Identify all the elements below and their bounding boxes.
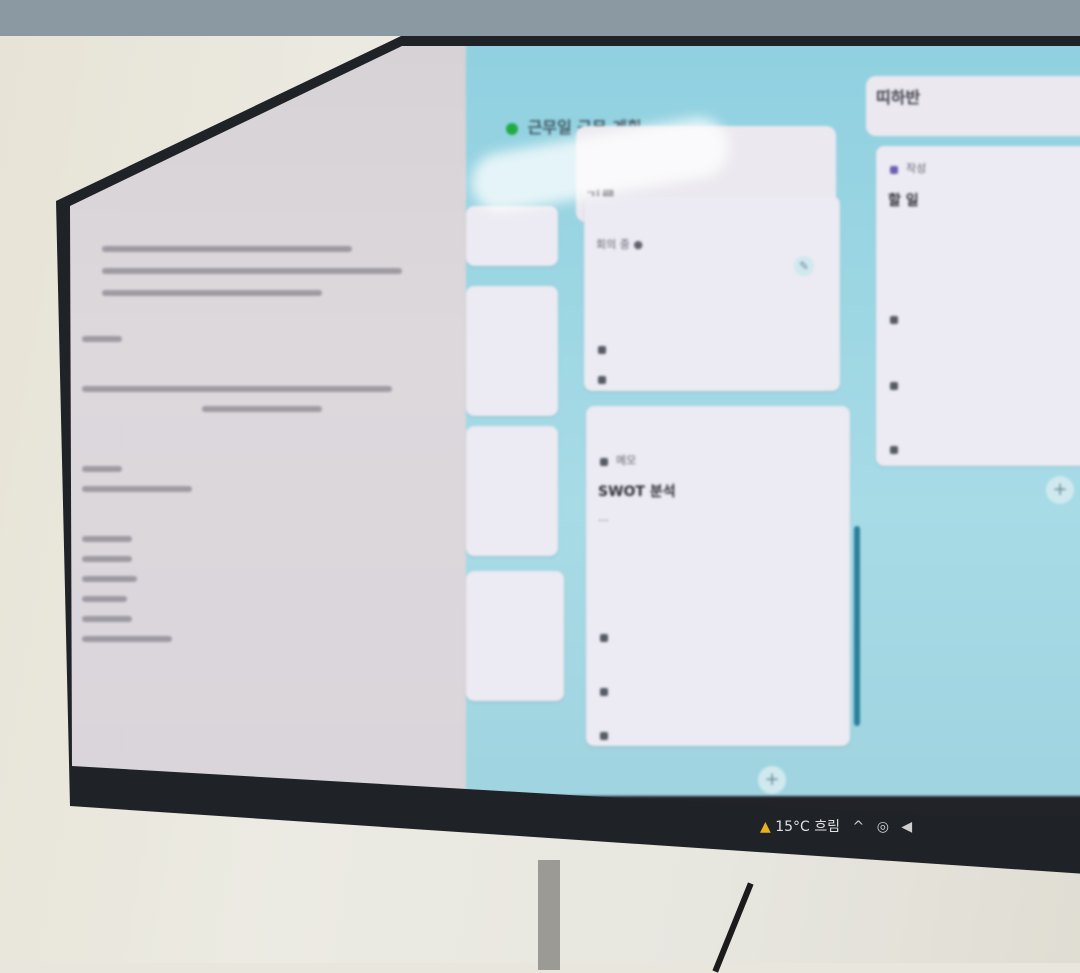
system-tray: ▲ 15°C 흐림 ^ ◎ ◀	[760, 816, 912, 836]
doc-text-line	[82, 556, 132, 562]
weather-icon: ▲	[760, 819, 771, 835]
partial-card[interactable]	[466, 426, 558, 556]
partial-card[interactable]	[466, 286, 558, 416]
add-card-button[interactable]: +	[758, 766, 786, 794]
doc-text-line	[82, 466, 122, 472]
doc-text-line	[82, 636, 172, 642]
kanban-card[interactable]: 회의 중 ● ✎	[584, 196, 840, 391]
calendar-icon	[890, 316, 898, 324]
kanban-card[interactable]: 메모 SWOT 분석 ...	[586, 406, 850, 746]
calendar-icon	[598, 346, 606, 354]
column-title: 띠하반	[876, 88, 921, 107]
attachment-icon	[890, 446, 898, 454]
card-text: 회의 중 ●	[596, 238, 643, 251]
kanban-card[interactable]: 작성 할 일	[876, 146, 1080, 466]
monitor-stand	[538, 860, 560, 970]
chevron-up-icon[interactable]: ^	[853, 819, 865, 835]
status-dot-icon	[506, 122, 518, 135]
tag-icon	[890, 166, 898, 174]
doc-text-line	[82, 616, 132, 622]
doc-text-line	[102, 268, 402, 274]
doc-text-line	[82, 596, 127, 602]
doc-text-line	[202, 406, 322, 412]
doc-text-line	[82, 386, 392, 392]
column-header-right[interactable]: 띠하반	[866, 76, 1080, 136]
doc-text-line	[82, 536, 132, 542]
tag-icon	[600, 458, 608, 466]
weather-text[interactable]: 15°C 흐림	[775, 819, 840, 835]
add-card-button[interactable]: +	[1046, 476, 1074, 504]
doc-text-line	[82, 336, 122, 342]
user-icon	[890, 382, 898, 390]
doc-text-line	[102, 290, 322, 296]
user-icon	[598, 376, 606, 384]
partial-card[interactable]	[466, 571, 564, 701]
attachment-icon	[600, 732, 608, 740]
doc-text-line	[82, 576, 137, 582]
user-icon	[600, 688, 608, 696]
calendar-icon	[600, 634, 608, 642]
comment-icon[interactable]: ✎	[794, 256, 814, 276]
card-label: 메모	[616, 454, 637, 467]
doc-text-line	[82, 486, 192, 492]
column-scrollbar[interactable]	[854, 526, 860, 726]
card-text: ...	[598, 511, 609, 524]
partial-card[interactable]	[466, 206, 558, 266]
phone-status-strip	[0, 0, 1080, 36]
card-title: 할 일	[888, 193, 919, 209]
volume-icon[interactable]: ◀	[901, 819, 912, 835]
card-title: SWOT 분석	[598, 484, 676, 500]
card-label: 작성	[906, 162, 927, 175]
network-icon[interactable]: ◎	[877, 819, 889, 835]
doc-text-line	[102, 246, 352, 252]
